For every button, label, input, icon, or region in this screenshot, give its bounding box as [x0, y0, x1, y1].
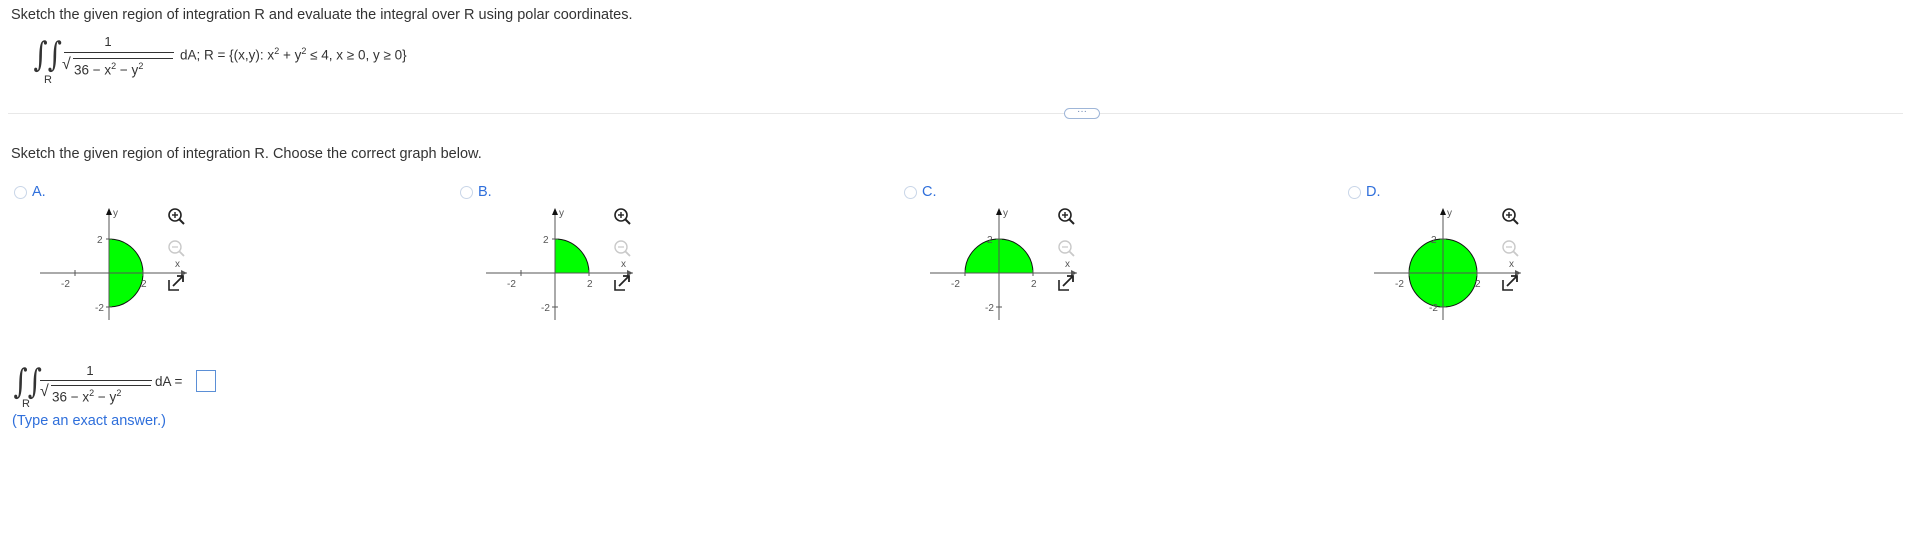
- zoom-in-icon[interactable]: [168, 208, 185, 225]
- y-tick-label-top: 2: [1431, 235, 1437, 246]
- region-graph: yx2-2-2 2: [930, 208, 1077, 320]
- option-letter: A.: [32, 184, 46, 200]
- sqrt-overline: [73, 58, 173, 59]
- y-tick-label-top: 2: [987, 235, 993, 246]
- zoom-out-icon[interactable]: [1058, 240, 1075, 257]
- integrand-denominator: 36 − x2 − y2: [52, 388, 122, 405]
- zoom-out-icon[interactable]: [168, 240, 185, 257]
- y-axis-label: y: [1003, 208, 1008, 219]
- region-subscript: R: [44, 74, 52, 86]
- option-radio[interactable]: [904, 186, 917, 199]
- graph-tools: [1058, 208, 1075, 291]
- x-tick-label-right: 2: [141, 279, 147, 290]
- fraction-bar: [40, 380, 152, 381]
- zoom-out-icon[interactable]: [1502, 240, 1519, 257]
- option-d[interactable]: D. y x 2 -2 -2 2: [1346, 182, 1786, 332]
- option-b[interactable]: B. y x 2 -2 -2 2: [458, 182, 898, 332]
- section-divider: [8, 113, 1903, 114]
- option-letter: D.: [1366, 184, 1381, 200]
- part1-prompt: Sketch the given region of integration R…: [11, 146, 482, 162]
- option-letter: B.: [478, 184, 492, 200]
- graph-tools: [168, 208, 185, 291]
- x-tick-label-left: -2: [61, 279, 70, 290]
- y-axis-label: y: [559, 208, 564, 219]
- x-tick-label-right: 2: [1475, 279, 1481, 290]
- y-axis-arrow: [1440, 208, 1446, 215]
- y-tick-label-top: 2: [543, 235, 549, 246]
- option-a[interactable]: A. y x 2 -2 -2 2: [12, 182, 452, 332]
- problem-integral: ∫∫ R 1 √ 36 − x2 − y2 dA; R = {(x,y): x2…: [28, 30, 488, 90]
- region-graph: yx2-2-2 2: [1374, 208, 1521, 320]
- integrand-denominator: 36 − x2 − y2: [74, 61, 144, 78]
- y-axis-arrow: [106, 208, 112, 215]
- zoom-in-icon[interactable]: [614, 208, 631, 225]
- dA-equals-label: dA =: [155, 374, 183, 389]
- popout-icon[interactable]: [614, 275, 630, 291]
- popout-icon[interactable]: [1058, 275, 1074, 291]
- y-tick-label-bottom: -2: [95, 303, 104, 314]
- y-axis-arrow: [552, 208, 558, 215]
- y-axis-label: y: [113, 208, 118, 219]
- integrand-numerator: 1: [104, 34, 112, 49]
- option-c[interactable]: C. y x 2 -2 -2 2: [902, 182, 1342, 332]
- expand-button[interactable]: ···: [1064, 107, 1100, 119]
- zoom-in-icon[interactable]: [1502, 208, 1519, 225]
- graph-tools: [1502, 208, 1519, 291]
- y-tick-label-bottom: -2: [541, 303, 550, 314]
- zoom-out-icon[interactable]: [614, 240, 631, 257]
- x-tick-label-right: 2: [587, 279, 593, 290]
- double-integral-sign: ∫∫: [33, 35, 62, 75]
- zoom-in-icon[interactable]: [1058, 208, 1075, 225]
- x-tick-label-left: -2: [951, 279, 960, 290]
- answer-integral: ∫∫ R 1 √ 36 − x2 − y2 dA =: [10, 360, 250, 410]
- region-definition: dA; R = {(x,y): x2 + y2 ≤ 4, x ≥ 0, y ≥ …: [180, 46, 407, 63]
- sqrt-symbol: √: [62, 56, 71, 73]
- answer-input[interactable]: [196, 370, 216, 392]
- x-tick-label-right: 2: [1031, 279, 1037, 290]
- option-radio[interactable]: [460, 186, 473, 199]
- option-radio[interactable]: [14, 186, 27, 199]
- y-tick-label-bottom: -2: [1429, 303, 1438, 314]
- x-tick-label-left: -2: [1395, 279, 1404, 290]
- graph-tools: [614, 208, 631, 291]
- option-radio[interactable]: [1348, 186, 1361, 199]
- double-integral-sign: ∫∫: [13, 362, 42, 402]
- fraction-bar: [64, 52, 174, 53]
- sqrt-overline: [51, 385, 151, 386]
- popout-icon[interactable]: [1502, 275, 1518, 291]
- integrand-numerator: 1: [86, 363, 94, 378]
- y-tick-label-top: 2: [97, 235, 103, 246]
- region-subscript: R: [22, 398, 30, 410]
- shaded-region: [554, 238, 590, 274]
- problem-instruction: Sketch the given region of integration R…: [11, 7, 633, 23]
- sqrt-symbol: √: [40, 383, 49, 400]
- region-graph: yx2-2-2 2: [486, 208, 633, 320]
- answer-hint: (Type an exact answer.): [12, 413, 166, 429]
- y-axis-arrow: [996, 208, 1002, 215]
- y-tick-label-bottom: -2: [985, 303, 994, 314]
- option-letter: C.: [922, 184, 937, 200]
- x-tick-label-left: -2: [507, 279, 516, 290]
- region-graph: yx2-2-2 2: [40, 208, 187, 320]
- y-axis-label: y: [1447, 208, 1452, 219]
- popout-icon[interactable]: [168, 275, 184, 291]
